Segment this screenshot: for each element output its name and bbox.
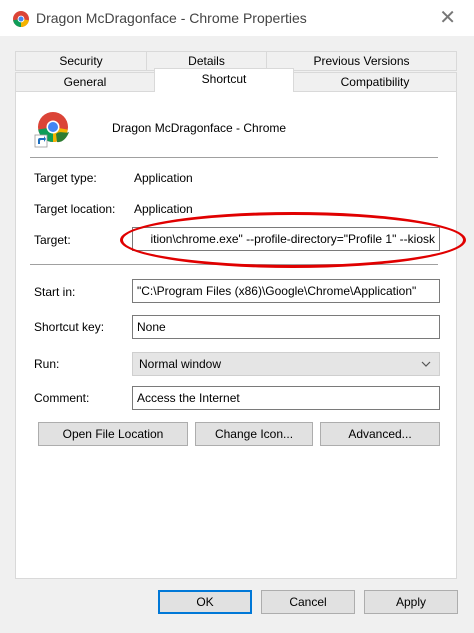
tab-general[interactable]: General [15, 72, 155, 92]
comment-input[interactable]: Access the Internet [132, 386, 440, 410]
change-icon-button[interactable]: Change Icon... [195, 422, 313, 446]
open-file-location-button[interactable]: Open File Location [38, 422, 188, 446]
ok-button[interactable]: OK [158, 590, 252, 614]
run-select[interactable]: Normal window [132, 352, 440, 376]
shortcut-key-input[interactable]: None [132, 315, 440, 339]
target-type-value: Application [134, 171, 193, 185]
run-select-value: Normal window [139, 357, 222, 371]
shortcut-arrow-icon [34, 134, 48, 148]
tab-compatibility[interactable]: Compatibility [293, 72, 457, 92]
cancel-button[interactable]: Cancel [261, 590, 355, 614]
tab-security[interactable]: Security [15, 51, 147, 71]
chrome-dragon-icon [34, 112, 69, 148]
tab-shortcut[interactable]: Shortcut [154, 68, 294, 92]
run-label: Run: [34, 357, 60, 371]
comment-label: Comment: [34, 391, 90, 405]
target-input[interactable]: ition\chrome.exe" --profile-directory="P… [132, 227, 440, 251]
window-title: Dragon McDragonface - Chrome Properties [36, 10, 307, 26]
separator [30, 264, 438, 265]
title-bar: Dragon McDragonface - Chrome Properties … [0, 0, 474, 36]
shortcut-key-label: Shortcut key: [34, 320, 105, 334]
chrome-dragon-icon [13, 11, 29, 28]
apply-button[interactable]: Apply [364, 590, 458, 614]
start-in-label: Start in: [34, 285, 76, 299]
target-label: Target: [34, 233, 71, 247]
tab-previous-versions[interactable]: Previous Versions [266, 51, 457, 71]
target-location-value: Application [134, 202, 193, 216]
separator [30, 157, 438, 158]
target-type-label: Target type: [34, 171, 97, 185]
start-in-input[interactable]: "C:\Program Files (x86)\Google\Chrome\Ap… [132, 279, 440, 303]
shortcut-name: Dragon McDragonface - Chrome [112, 121, 287, 135]
advanced-button[interactable]: Advanced... [320, 422, 440, 446]
target-location-label: Target location: [34, 202, 116, 216]
close-icon[interactable]: ✕ [439, 6, 456, 30]
chevron-down-icon [421, 353, 431, 384]
